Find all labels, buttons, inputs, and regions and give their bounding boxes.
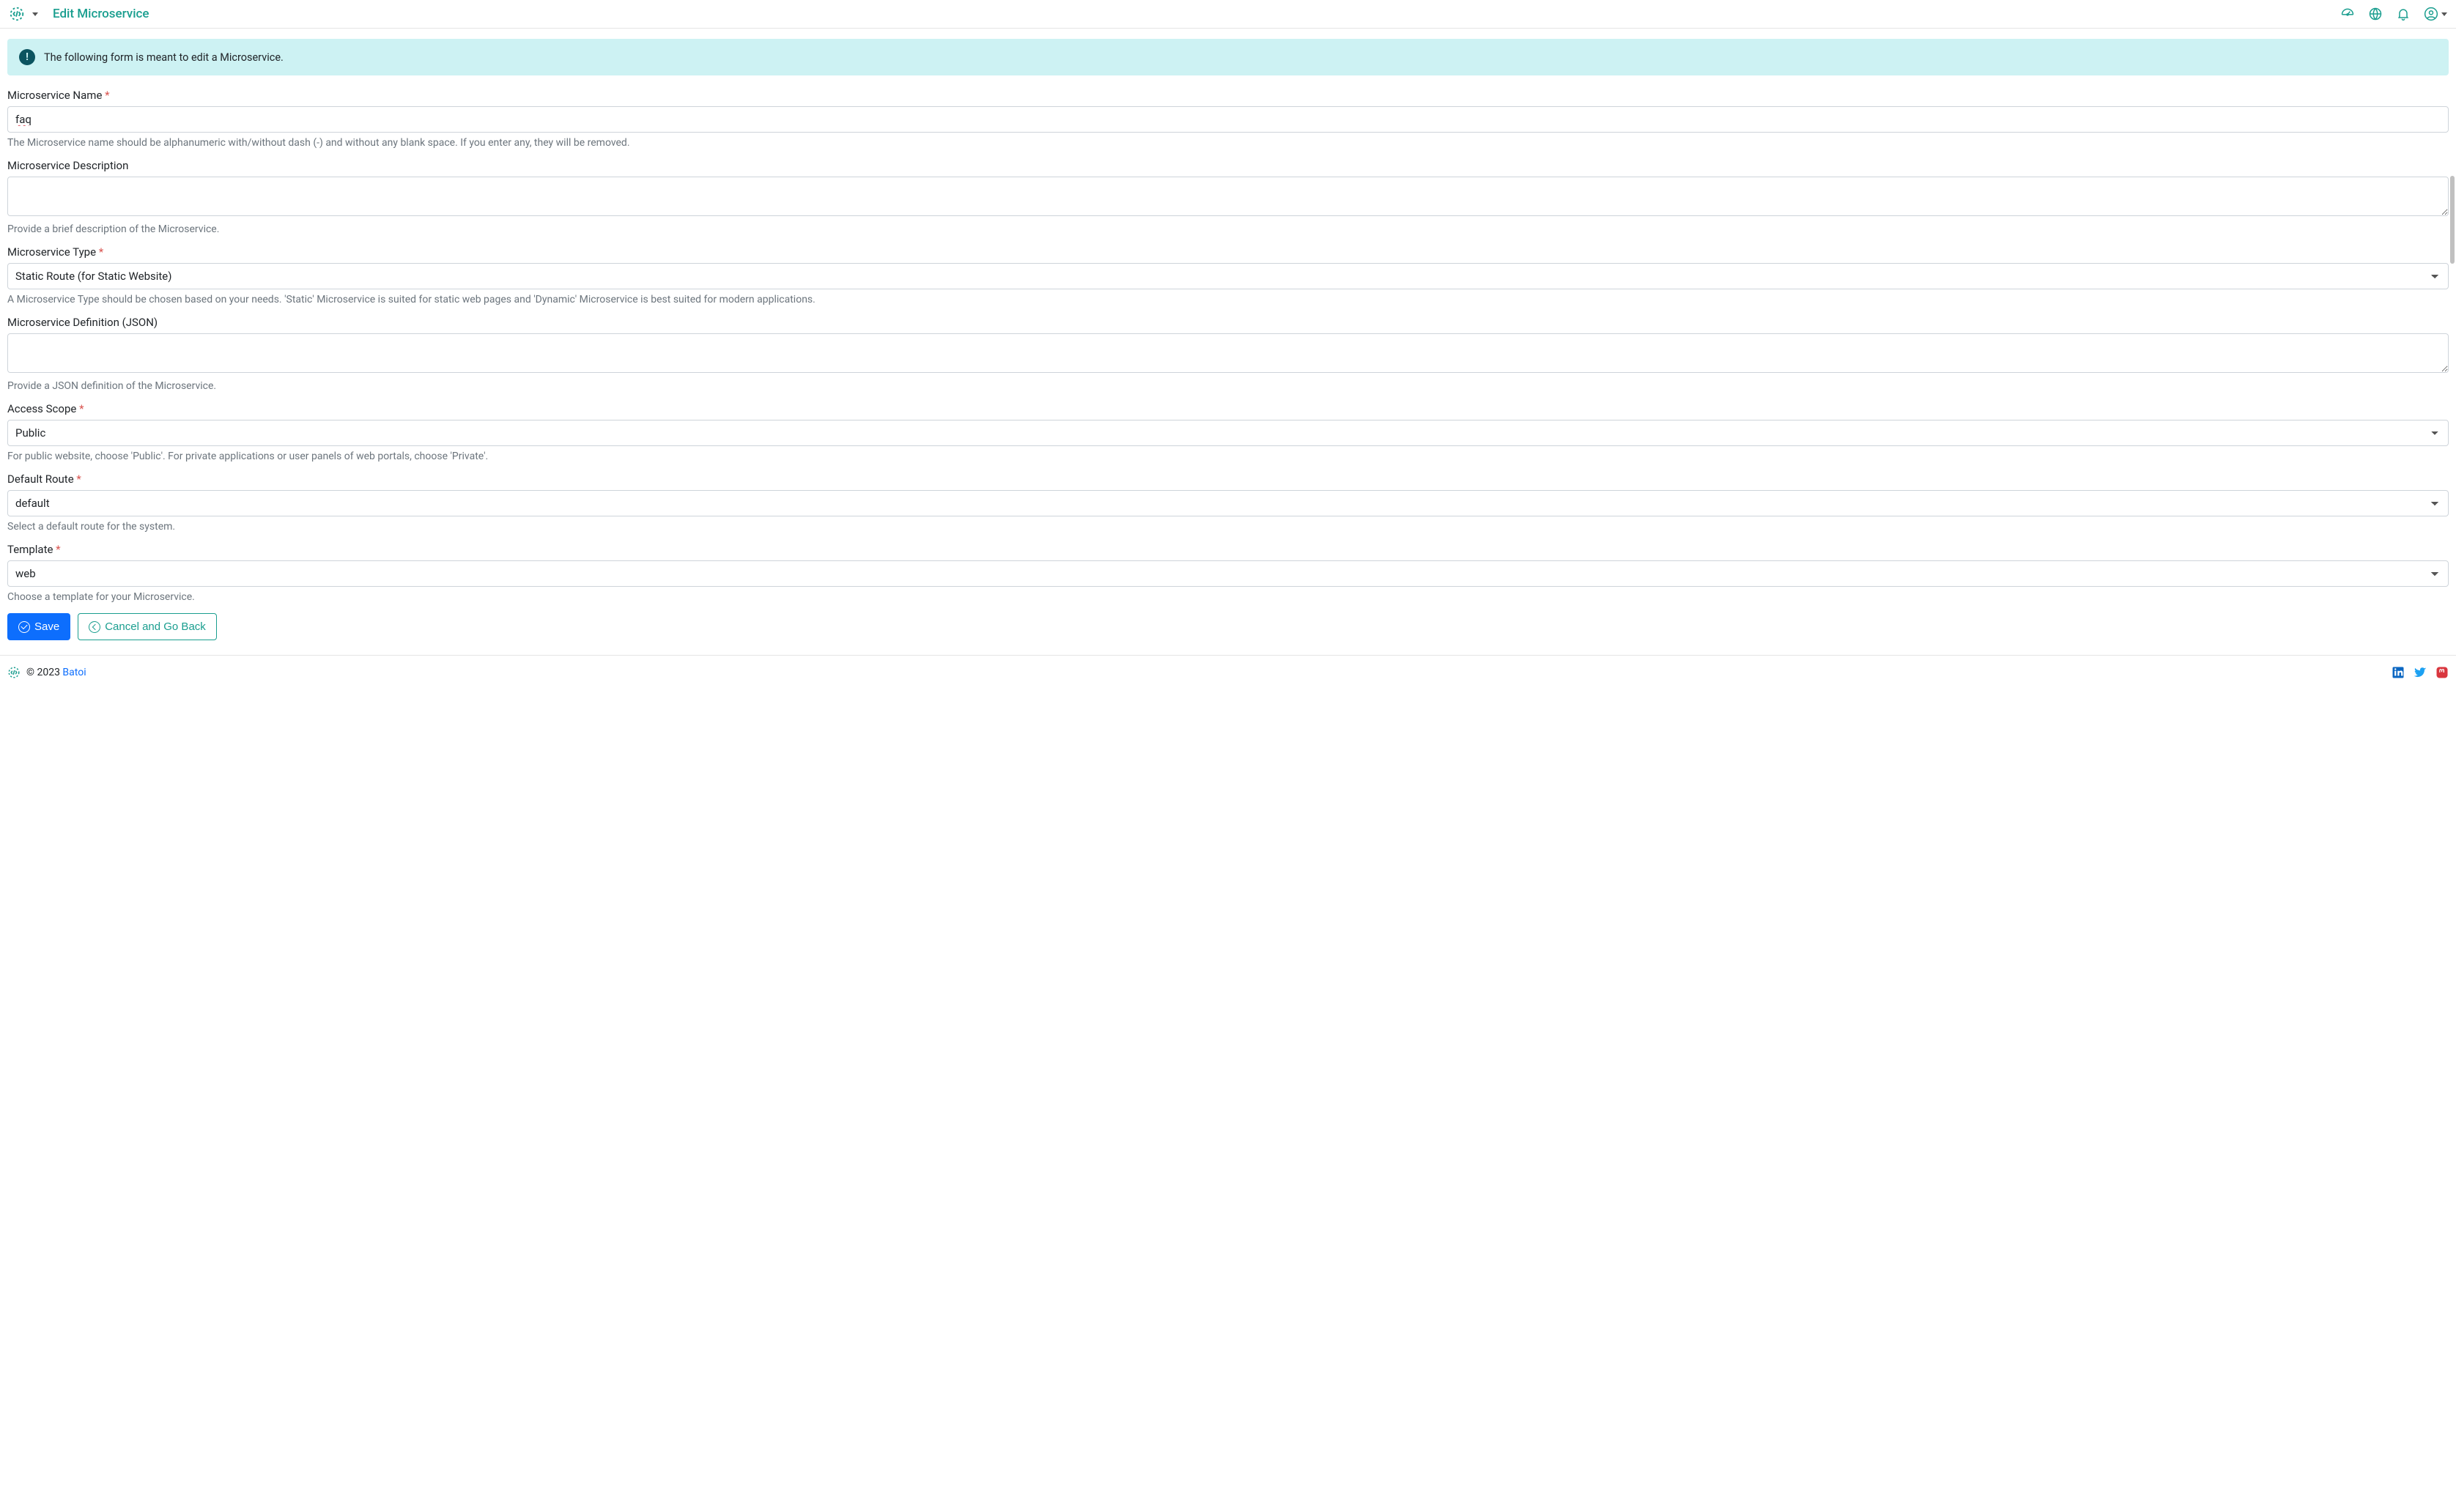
mastodon-icon[interactable] bbox=[2435, 666, 2449, 679]
user-menu-caret-icon bbox=[2441, 12, 2447, 16]
brand-logo-icon[interactable] bbox=[9, 6, 25, 22]
description-help: Provide a brief description of the Micro… bbox=[7, 223, 2449, 235]
brand-menu-caret-icon[interactable] bbox=[32, 12, 38, 16]
bell-icon[interactable] bbox=[2396, 7, 2411, 21]
type-select[interactable]: Static Route (for Static Website) bbox=[7, 263, 2449, 289]
check-icon bbox=[18, 621, 30, 633]
twitter-icon[interactable] bbox=[2414, 666, 2427, 679]
cancel-button[interactable]: Cancel and Go Back bbox=[78, 613, 217, 640]
linkedin-icon[interactable] bbox=[2392, 666, 2405, 679]
back-arrow-icon bbox=[89, 621, 100, 633]
definition-textarea[interactable] bbox=[7, 333, 2449, 373]
topbar: Edit Microservice bbox=[0, 0, 2456, 29]
type-label: Microservice Type * bbox=[7, 245, 2449, 259]
type-help: A Microservice Type should be chosen bas… bbox=[7, 294, 2449, 305]
footer-logo-icon bbox=[7, 666, 21, 679]
default-route-select[interactable]: default bbox=[7, 490, 2449, 516]
access-scope-help: For public website, choose 'Public'. For… bbox=[7, 451, 2449, 462]
default-route-label: Default Route * bbox=[7, 472, 2449, 486]
name-label: Microservice Name * bbox=[7, 89, 2449, 102]
template-help: Choose a template for your Microservice. bbox=[7, 591, 2449, 603]
globe-icon[interactable] bbox=[2368, 7, 2383, 21]
definition-label: Microservice Definition (JSON) bbox=[7, 316, 2449, 329]
info-icon: ! bbox=[19, 49, 35, 65]
name-help: The Microservice name should be alphanum… bbox=[7, 137, 2449, 149]
scrollbar-thumb[interactable] bbox=[2450, 176, 2455, 264]
footer-brand-link[interactable]: Batoi bbox=[62, 667, 86, 678]
footer: © 2023 Batoi bbox=[0, 655, 2456, 689]
definition-help: Provide a JSON definition of the Microse… bbox=[7, 380, 2449, 392]
default-route-help: Select a default route for the system. bbox=[7, 521, 2449, 533]
name-input[interactable] bbox=[7, 106, 2449, 133]
footer-copyright: © 2023 Batoi bbox=[26, 667, 86, 678]
info-alert: ! The following form is meant to edit a … bbox=[7, 39, 2449, 75]
description-label: Microservice Description bbox=[7, 159, 2449, 172]
save-button[interactable]: Save bbox=[7, 613, 70, 640]
page-title: Edit Microservice bbox=[53, 7, 149, 21]
dashboard-icon[interactable] bbox=[2340, 7, 2355, 21]
access-scope-select[interactable]: Public bbox=[7, 420, 2449, 446]
main-content: ! The following form is meant to edit a … bbox=[0, 29, 2456, 655]
access-scope-label: Access Scope * bbox=[7, 402, 2449, 415]
template-select[interactable]: web bbox=[7, 560, 2449, 587]
template-label: Template * bbox=[7, 543, 2449, 556]
info-alert-text: The following form is meant to edit a Mi… bbox=[44, 51, 284, 64]
user-circle-icon bbox=[2424, 7, 2438, 21]
user-menu[interactable] bbox=[2424, 7, 2447, 21]
description-textarea[interactable] bbox=[7, 177, 2449, 216]
